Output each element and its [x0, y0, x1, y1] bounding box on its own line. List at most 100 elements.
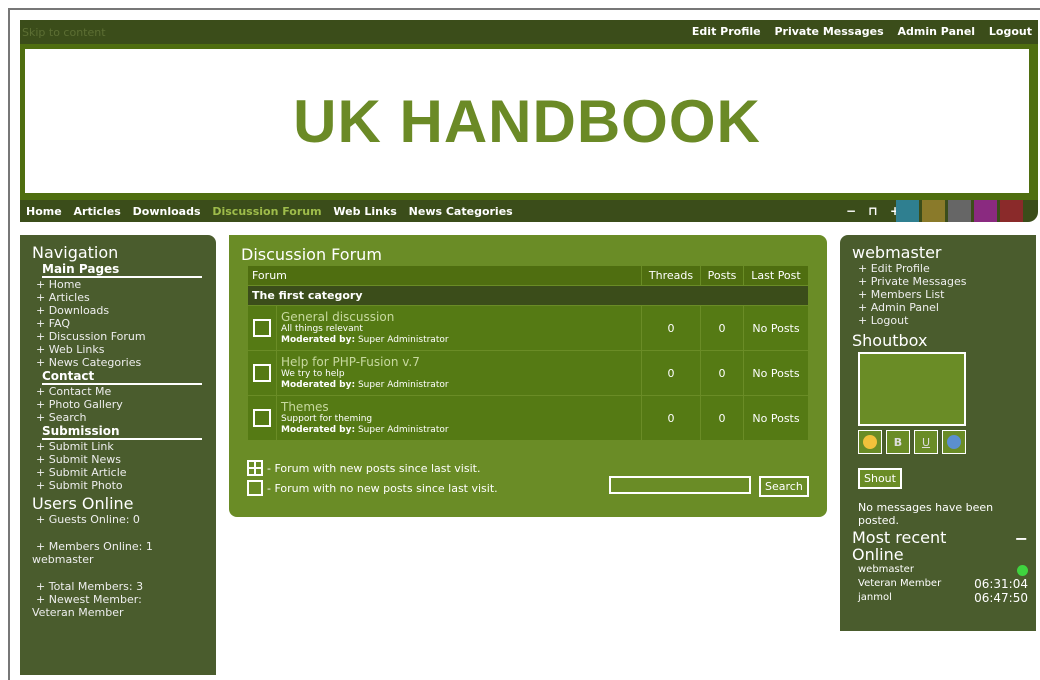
forum-description: We try to help: [281, 369, 345, 379]
recent-user-time: 06:31:04: [974, 577, 1028, 591]
nav-link[interactable]: + Submit Article: [36, 466, 212, 479]
theme-swatch[interactable]: [974, 200, 997, 222]
recent-user-name[interactable]: janmol: [858, 591, 892, 605]
recent-user-name[interactable]: Veteran Member: [858, 577, 941, 591]
moderator-name[interactable]: Super Administrator: [358, 425, 449, 435]
thread-count: 0: [641, 305, 701, 351]
recent-online-item: Veteran Member 06:31:04: [858, 577, 1028, 591]
col-last-post: Last Post: [743, 265, 809, 286]
legend-none: - Forum with no new posts since last vis…: [267, 481, 498, 495]
bold-icon[interactable]: B: [886, 430, 910, 454]
forum-status-icon: [253, 364, 271, 382]
forum-search-button[interactable]: Search: [759, 476, 809, 497]
user-menu-link[interactable]: + Edit Profile: [858, 262, 1028, 275]
nav-link[interactable]: + Contact Me: [36, 385, 212, 398]
forum-title-link[interactable]: Themes: [281, 400, 449, 414]
admin-panel-link[interactable]: Admin Panel: [898, 25, 976, 38]
nav-link[interactable]: + Submit Link: [36, 440, 212, 453]
thread-count: 0: [641, 395, 701, 441]
online-status-icon: [1017, 565, 1028, 576]
category-title[interactable]: The first category: [247, 285, 809, 306]
nav-link[interactable]: + Downloads: [36, 304, 212, 317]
reset-font-icon[interactable]: ⊓: [868, 204, 878, 218]
smiley-icon[interactable]: [858, 430, 882, 454]
recent-online-item: janmol 06:47:50: [858, 591, 1028, 605]
newest-member-label: + Newest Member:: [36, 593, 142, 606]
logout-link[interactable]: Logout: [989, 25, 1032, 38]
no-messages-text: No messages have been posted.: [858, 501, 994, 527]
forum-title-link[interactable]: General discussion: [281, 310, 449, 324]
shoutbox-title: Shoutbox: [852, 331, 928, 350]
newest-member-name[interactable]: Veteran Member: [32, 606, 212, 619]
last-post: No Posts: [743, 305, 809, 351]
new-posts-icon: [247, 460, 263, 476]
recent-online-title: Most recent Online: [852, 528, 947, 564]
forum-title-link[interactable]: Help for PHP-Fusion v.7: [281, 355, 449, 369]
shout-button[interactable]: Shout: [858, 468, 902, 489]
moderator-name[interactable]: Super Administrator: [358, 335, 449, 345]
nav-link[interactable]: + Home: [36, 278, 212, 291]
theme-swatch[interactable]: [948, 200, 971, 222]
nav-news-categories[interactable]: News Categories: [409, 205, 513, 218]
nav-link[interactable]: + Submit Photo: [36, 479, 212, 492]
nav-articles[interactable]: Articles: [74, 205, 121, 218]
members-online: + Members Online: 1: [36, 540, 153, 553]
forum-status-icon: [253, 409, 271, 427]
site-title[interactable]: UK HANDBOOK: [293, 87, 761, 156]
navigation-sections: Main Pages + Home + Articles + Downloads + F…: [32, 262, 212, 492]
recent-user-name[interactable]: webmaster: [858, 563, 914, 577]
nav-home[interactable]: Home: [26, 205, 62, 218]
navigation-title: Navigation: [32, 243, 119, 262]
col-threads: Threads: [641, 265, 701, 286]
forum-table: Forum Threads Posts Last Post The first …: [247, 265, 809, 441]
nav-link[interactable]: + Discussion Forum: [36, 330, 212, 343]
edit-profile-link[interactable]: Edit Profile: [692, 25, 761, 38]
recent-user-time: 06:47:50: [974, 591, 1028, 605]
nav-web-links[interactable]: Web Links: [333, 205, 396, 218]
forum-title: Discussion Forum: [241, 245, 382, 264]
nav-link[interactable]: + FAQ: [36, 317, 212, 330]
moderator-name[interactable]: Super Administrator: [358, 380, 449, 390]
link-icon[interactable]: [942, 430, 966, 454]
forum-row[interactable]: Help for PHP-Fusion v.7 We try to help M…: [247, 350, 809, 396]
nav-link[interactable]: + Submit News: [36, 453, 212, 466]
post-count: 0: [700, 395, 744, 441]
forum-panel: Discussion Forum Forum Threads Posts Las…: [229, 235, 827, 517]
user-panel: webmaster + Edit Profile + Private Messag…: [840, 235, 1036, 631]
forum-description: All things relevant: [281, 324, 363, 334]
forum-search-input[interactable]: [609, 476, 751, 494]
members-online-name[interactable]: webmaster: [32, 553, 212, 566]
post-count: 0: [700, 350, 744, 396]
nav-link[interactable]: + Articles: [36, 291, 212, 304]
nav-link[interactable]: + Web Links: [36, 343, 212, 356]
theme-swatch[interactable]: [1000, 200, 1023, 222]
user-menu-link[interactable]: + Admin Panel: [858, 301, 1028, 314]
nav-discussion-forum[interactable]: Discussion Forum: [212, 205, 321, 218]
user-menu: + Edit Profile + Private Messages + Member…: [858, 262, 1028, 327]
user-menu-link[interactable]: + Members List: [858, 288, 1028, 301]
user-menu-link[interactable]: + Logout: [858, 314, 1028, 327]
nav-link[interactable]: + Photo Gallery: [36, 398, 212, 411]
nav-link[interactable]: + Search: [36, 411, 212, 424]
moderator-label: Moderated by:: [281, 335, 356, 345]
recent-online-item: webmaster: [858, 563, 1028, 577]
moderator-label: Moderated by:: [281, 380, 356, 390]
nav-link[interactable]: + News Categories: [36, 356, 212, 369]
theme-swatch[interactable]: [896, 200, 919, 222]
forum-legend: - Forum with new posts since last visit.…: [247, 460, 498, 496]
forum-row[interactable]: General discussion All things relevant M…: [247, 305, 809, 351]
skip-to-content-link[interactable]: Skip to content: [22, 26, 106, 39]
nav-downloads[interactable]: Downloads: [133, 205, 201, 218]
forum-status-icon: [253, 319, 271, 337]
user-menu-link[interactable]: + Private Messages: [858, 275, 1028, 288]
collapse-icon[interactable]: −: [1015, 529, 1028, 563]
theme-swatch[interactable]: [922, 200, 945, 222]
private-messages-link[interactable]: Private Messages: [774, 25, 883, 38]
total-members: + Total Members: 3: [36, 580, 144, 593]
forum-row[interactable]: Themes Support for theming Moderated by:…: [247, 395, 809, 441]
col-posts: Posts: [700, 265, 744, 286]
decrease-font-icon[interactable]: −: [846, 204, 856, 218]
category-row: The first category: [247, 285, 809, 306]
underline-icon[interactable]: U: [914, 430, 938, 454]
shoutbox-textarea[interactable]: [858, 352, 966, 426]
